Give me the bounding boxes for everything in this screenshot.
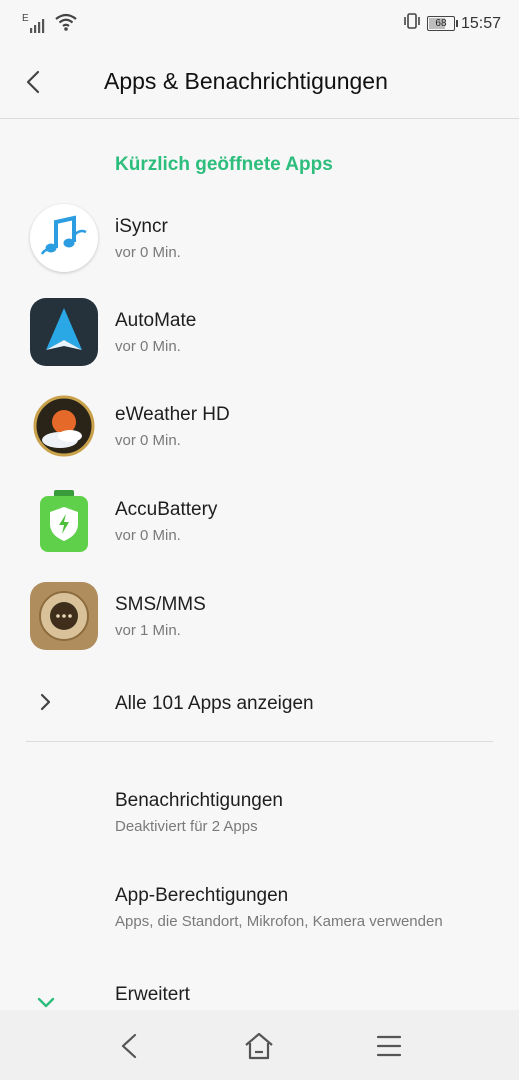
recent-app-sms[interactable]: SMS/MMS vor 1 Min. — [0, 582, 519, 676]
app-name: AccuBattery — [115, 499, 218, 520]
nav-menu-button[interactable] — [371, 1028, 407, 1064]
back-arrow-icon — [26, 70, 40, 94]
sms-icon — [30, 582, 98, 650]
app-last-opened: vor 1 Min. — [115, 622, 181, 639]
back-icon — [121, 1033, 137, 1059]
automate-icon — [30, 298, 98, 366]
battery-icon: 68 — [426, 16, 458, 31]
signal-icon: E — [22, 13, 46, 35]
setting-title: Erweitert — [115, 984, 190, 1005]
setting-title: App-Berechtigungen — [115, 885, 289, 906]
show-all-apps-button[interactable]: Alle 101 Apps anzeigen — [0, 680, 519, 726]
notifications-setting[interactable]: Benachrichtigungen Deaktiviert für 2 App… — [0, 790, 519, 860]
home-icon — [245, 1032, 273, 1060]
chevron-right-icon — [38, 692, 54, 717]
app-permissions-setting[interactable]: App-Berechtigungen Apps, die Standort, M… — [0, 885, 519, 955]
app-last-opened: vor 0 Min. — [115, 527, 181, 544]
app-last-opened: vor 0 Min. — [115, 338, 181, 355]
recent-app-automate[interactable]: AutoMate vor 0 Min. — [0, 298, 519, 392]
recent-apps-heading: Kürzlich geöffnete Apps — [115, 154, 333, 175]
battery-level: 68 — [435, 18, 447, 29]
eweather-icon — [30, 392, 98, 460]
app-header: Apps & Benachrichtigungen — [0, 46, 519, 119]
app-last-opened: vor 0 Min. — [115, 244, 181, 261]
app-name: SMS/MMS — [115, 594, 206, 615]
setting-subtitle: Apps, die Standort, Mikrofon, Kamera ver… — [115, 913, 443, 930]
section-divider — [26, 741, 493, 742]
app-name: iSyncr — [115, 216, 168, 237]
show-all-apps-label: Alle 101 Apps anzeigen — [115, 693, 314, 714]
menu-icon — [376, 1035, 402, 1057]
isyncr-icon — [30, 204, 98, 272]
accubattery-icon — [30, 487, 98, 555]
app-name: AutoMate — [115, 310, 197, 331]
advanced-setting[interactable]: Erweitert — [0, 984, 519, 1010]
back-button[interactable] — [18, 66, 50, 98]
vibrate-icon — [403, 12, 421, 35]
app-last-opened: vor 0 Min. — [115, 432, 181, 449]
app-name: eWeather HD — [115, 404, 230, 425]
setting-title: Benachrichtigungen — [115, 790, 283, 811]
recent-app-eweather[interactable]: eWeather HD vor 0 Min. — [0, 392, 519, 486]
status-bar: E 68 15:57 — [0, 0, 519, 46]
setting-subtitle: Deaktiviert für 2 Apps — [115, 818, 258, 835]
recent-app-isyncr[interactable]: iSyncr vor 0 Min. — [0, 204, 519, 298]
wifi-icon — [54, 12, 78, 37]
nav-home-button[interactable] — [241, 1028, 277, 1064]
recent-app-accubattery[interactable]: AccuBattery vor 0 Min. — [0, 487, 519, 581]
system-nav-bar — [0, 1010, 519, 1080]
page-title: Apps & Benachrichtigungen — [104, 68, 388, 94]
status-time: 15:57 — [460, 14, 501, 32]
nav-back-button[interactable] — [111, 1028, 147, 1064]
